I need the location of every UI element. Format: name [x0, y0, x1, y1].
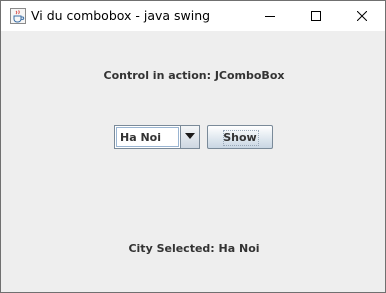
show-button-label: Show	[223, 131, 257, 144]
minimize-icon	[265, 16, 275, 17]
maximize-icon	[311, 11, 321, 21]
minimize-button[interactable]	[247, 1, 293, 31]
status-label: City Selected: Ha Noi	[128, 242, 260, 255]
maximize-button[interactable]	[293, 1, 339, 31]
combobox-arrow-button[interactable]	[180, 126, 199, 148]
show-button[interactable]: Show	[207, 125, 273, 149]
java-cup-icon[interactable]	[10, 8, 26, 24]
header-label: Control in action: JComboBox	[103, 69, 285, 82]
content-pane: Control in action: JComboBox Ha Noi Show…	[1, 31, 385, 292]
window-title: Vi du combobox - java swing	[31, 8, 211, 23]
chevron-down-icon	[185, 133, 195, 139]
close-icon	[357, 11, 367, 21]
city-combobox[interactable]: Ha Noi	[114, 125, 200, 149]
title-bar[interactable]: Vi du combobox - java swing	[1, 1, 385, 31]
combobox-value-box[interactable]: Ha Noi	[116, 127, 179, 147]
app-window: Vi du combobox - java swing Control in a…	[0, 0, 386, 293]
close-button[interactable]	[339, 1, 385, 31]
combobox-selected-value: Ha Noi	[120, 131, 161, 144]
